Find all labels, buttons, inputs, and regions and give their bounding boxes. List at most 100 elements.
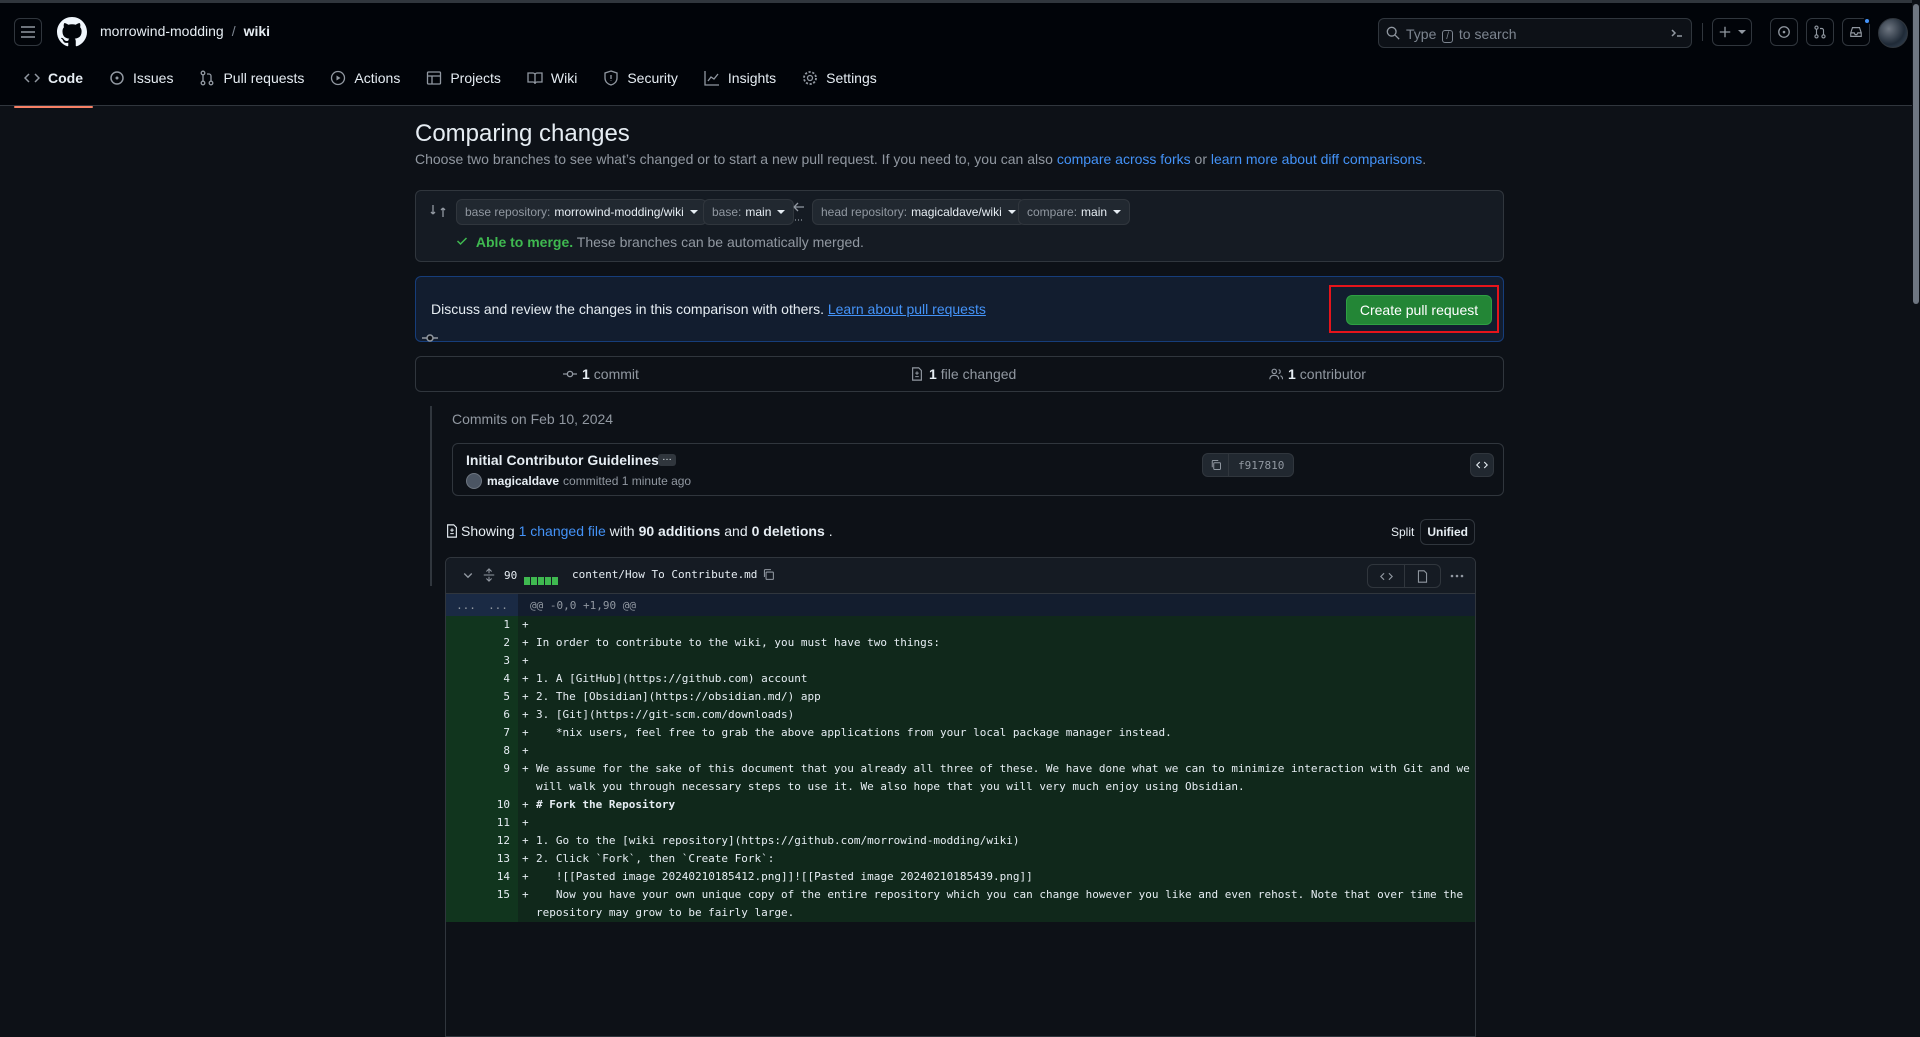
search-input[interactable]: Type / to search — [1378, 18, 1692, 48]
changed-files-link[interactable]: 1 changed file — [519, 523, 606, 539]
tab-wiki[interactable]: Wiki — [517, 61, 587, 95]
tab-projects[interactable]: Projects — [416, 61, 511, 95]
tab-label: Insights — [727, 70, 777, 86]
global-header: morrowind-modding / wiki Type / to search … — [0, 0, 1920, 109]
old-line-number[interactable] — [446, 634, 482, 652]
new-line-number[interactable]: 12 — [482, 832, 518, 850]
create-new-button[interactable] — [1712, 18, 1752, 46]
new-line-number[interactable]: 14 — [482, 868, 518, 886]
old-line-number[interactable] — [446, 670, 482, 688]
unified-view-button[interactable]: Unified — [1420, 519, 1476, 545]
old-line-number[interactable] — [446, 796, 482, 814]
expand-hunk-button[interactable]: ...... — [446, 594, 518, 616]
tab-code[interactable]: Code — [14, 61, 93, 108]
copy-icon[interactable] — [762, 568, 775, 581]
old-line-number[interactable] — [446, 832, 482, 850]
new-line-number[interactable]: 10 — [482, 796, 518, 814]
line-code: 1. A [GitHub](https://github.com) accoun… — [536, 672, 808, 685]
base-repository-select[interactable]: base repository: morrowind-modding/wiki — [456, 199, 707, 225]
new-line-number[interactable]: 9 — [482, 760, 518, 796]
diff-line: 2 + In order to contribute to the wiki, yo… — [446, 634, 1475, 652]
user-avatar[interactable] — [1878, 18, 1908, 48]
command-palette-icon[interactable] — [1669, 25, 1685, 41]
browse-repository-button[interactable] — [1470, 453, 1494, 477]
split-view-button[interactable]: Split — [1385, 519, 1420, 545]
unfold-icon[interactable] — [483, 568, 495, 582]
files-changed-count[interactable]: 1 file changed — [910, 366, 1016, 382]
addition-marker: + — [522, 888, 529, 901]
range-editor: base repository: morrowind-modding/wiki b… — [415, 190, 1504, 262]
plus-icon — [1719, 26, 1731, 38]
pull-request-icon — [1814, 25, 1826, 39]
compare-across-forks-link[interactable]: compare across forks — [1057, 151, 1191, 167]
people-icon — [1269, 368, 1283, 380]
new-line-number[interactable]: 7 — [482, 724, 518, 742]
expand-commit-message-button[interactable]: … — [658, 453, 676, 466]
repo-link[interactable]: wiki — [244, 23, 270, 39]
tab-issues[interactable]: Issues — [99, 61, 183, 95]
commits-count[interactable]: 1 commit — [563, 366, 639, 382]
new-line-number[interactable]: 13 — [482, 850, 518, 868]
author-link[interactable]: magicaldave — [487, 474, 559, 488]
tab-label: Actions — [354, 70, 401, 86]
diff-line: 15 + Now you have your own unique copy of… — [446, 886, 1475, 922]
learn-diff-link[interactable]: learn more about diff comparisons — [1211, 151, 1422, 167]
base-branch-select[interactable]: base: main — [703, 199, 795, 225]
old-line-number[interactable] — [446, 850, 482, 868]
old-line-number[interactable] — [446, 706, 482, 724]
old-line-number[interactable] — [446, 616, 482, 634]
old-line-number[interactable] — [446, 652, 482, 670]
file-name-link[interactable]: content/How To Contribute.md — [572, 568, 757, 581]
copy-sha-button[interactable] — [1203, 454, 1229, 476]
new-line-number[interactable]: 15 — [482, 886, 518, 922]
contributors-count[interactable]: 1 contributor — [1269, 366, 1366, 382]
diff-line: 3 + — [446, 652, 1475, 670]
new-line-number[interactable]: 5 — [482, 688, 518, 706]
commit-title-link[interactable]: Initial Contributor Guidelines — [466, 452, 659, 468]
page-title: Comparing changes — [415, 120, 630, 147]
old-line-number[interactable] — [446, 724, 482, 742]
create-pull-request-button[interactable]: Create pull request — [1346, 295, 1492, 325]
new-line-number[interactable]: 4 — [482, 670, 518, 688]
new-line-number[interactable]: 2 — [482, 634, 518, 652]
scrollbar-thumb[interactable] — [1913, 4, 1919, 304]
repo-nav: Code Issues Pull requests Actions Projec… — [14, 61, 893, 109]
author-avatar[interactable] — [466, 473, 482, 489]
github-logo-icon[interactable] — [57, 17, 87, 47]
copy-icon — [1211, 460, 1221, 470]
kebab-horizontal-icon[interactable] — [1449, 568, 1465, 584]
pull-requests-button[interactable] — [1806, 18, 1834, 46]
compare-branch-select[interactable]: compare: main — [1018, 199, 1131, 225]
new-line-number[interactable]: 11 — [482, 814, 518, 832]
head-repository-select[interactable]: head repository: magicaldave/wiki — [812, 199, 1025, 225]
tab-actions[interactable]: Actions — [320, 61, 410, 95]
file-diff-icon — [447, 524, 457, 538]
banner-text: Discuss and review the changes in this c… — [431, 301, 986, 317]
owner-link[interactable]: morrowind-modding — [100, 23, 224, 39]
old-line-number[interactable] — [446, 886, 482, 922]
tab-insights[interactable]: Insights — [694, 61, 786, 95]
page-scrollbar[interactable] — [1912, 0, 1920, 925]
tab-label: Settings — [826, 70, 877, 86]
line-code: In order to contribute to the wiki, you … — [536, 636, 940, 649]
old-line-number[interactable] — [446, 742, 482, 760]
old-line-number[interactable] — [446, 760, 482, 796]
menu-button[interactable] — [14, 18, 42, 46]
learn-pull-requests-link[interactable]: Learn about pull requests — [828, 301, 986, 317]
old-line-number[interactable] — [446, 688, 482, 706]
chevron-down-icon[interactable] — [462, 569, 474, 581]
commit-sha-link[interactable]: f917810 — [1229, 454, 1293, 476]
issues-button[interactable] — [1770, 18, 1798, 46]
tab-settings[interactable]: Settings — [792, 61, 887, 95]
old-line-number[interactable] — [446, 868, 482, 886]
source-diff-button[interactable] — [1368, 565, 1404, 587]
tab-security[interactable]: Security — [593, 61, 688, 95]
rich-diff-button[interactable] — [1404, 565, 1440, 587]
old-line-number[interactable] — [446, 814, 482, 832]
new-line-number[interactable]: 3 — [482, 652, 518, 670]
new-line-number[interactable]: 1 — [482, 616, 518, 634]
tab-pull-requests[interactable]: Pull requests — [189, 61, 314, 95]
new-line-number[interactable]: 8 — [482, 742, 518, 760]
new-line-number[interactable]: 6 — [482, 706, 518, 724]
